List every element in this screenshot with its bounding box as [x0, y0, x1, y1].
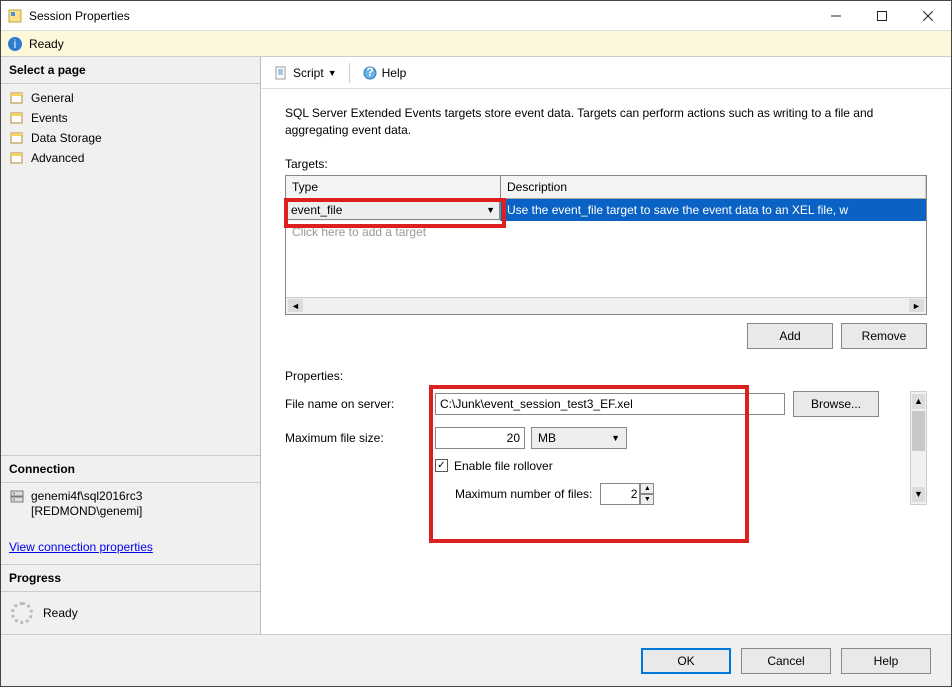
- dropdown-arrow-icon: ▼: [328, 68, 337, 78]
- placeholder-text: Click here to add a target: [286, 221, 501, 243]
- properties-form: File name on server: Browse... Maximum f…: [285, 391, 902, 505]
- scroll-up-icon[interactable]: ▲: [912, 394, 925, 409]
- scroll-left-icon[interactable]: ◄: [288, 299, 303, 312]
- sidebar-item-label: General: [31, 91, 74, 105]
- enable-rollover-label: Enable file rollover: [454, 459, 553, 473]
- help-icon: ?: [362, 65, 378, 81]
- browse-button[interactable]: Browse...: [793, 391, 879, 417]
- svg-text:i: i: [14, 37, 17, 51]
- window-title: Session Properties: [29, 9, 813, 23]
- svg-text:?: ?: [366, 65, 373, 79]
- window-controls: [813, 1, 951, 31]
- page-icon: [9, 110, 25, 126]
- minimize-button[interactable]: [813, 1, 859, 31]
- server-icon: [9, 489, 25, 505]
- max-files-label: Maximum number of files:: [455, 487, 592, 501]
- content-toolbar: Script ▼ ? Help: [261, 57, 951, 89]
- app-icon: [7, 8, 23, 24]
- properties-label: Properties:: [285, 369, 927, 383]
- max-size-label: Maximum file size:: [285, 431, 435, 445]
- scroll-down-icon[interactable]: ▼: [912, 487, 925, 502]
- sidebar-item-label: Advanced: [31, 151, 84, 165]
- user-name: [REDMOND\genemi]: [31, 504, 142, 520]
- script-label: Script: [293, 66, 324, 80]
- page-list: General Events Data Storage Advanced: [1, 84, 260, 172]
- help-dialog-button[interactable]: Help: [841, 648, 931, 674]
- column-header-description[interactable]: Description: [501, 176, 926, 198]
- add-target-row[interactable]: Click here to add a target: [286, 221, 926, 243]
- status-bar: i Ready: [1, 31, 951, 57]
- progress-spinner-icon: [11, 602, 33, 624]
- sidebar-item-advanced[interactable]: Advanced: [1, 148, 260, 168]
- connection-section: Connection genemi4f\sql2016rc3 [REDMOND\…: [1, 455, 260, 564]
- remove-button[interactable]: Remove: [841, 323, 927, 349]
- select-page-heading: Select a page: [1, 57, 260, 84]
- close-button[interactable]: [905, 1, 951, 31]
- view-connection-properties-link[interactable]: View connection properties: [1, 540, 153, 564]
- script-icon: [273, 65, 289, 81]
- table-row[interactable]: event_file ▼ Use the event_file target t…: [286, 199, 926, 221]
- scrollbar-thumb[interactable]: [912, 411, 925, 451]
- scroll-right-icon[interactable]: ►: [909, 299, 924, 312]
- stepper-down-icon[interactable]: ▼: [640, 494, 654, 505]
- cancel-button[interactable]: Cancel: [741, 648, 831, 674]
- file-name-input[interactable]: [435, 393, 785, 415]
- sidebar-item-label: Events: [31, 111, 68, 125]
- add-button[interactable]: Add: [747, 323, 833, 349]
- progress-heading: Progress: [1, 564, 260, 592]
- maximize-button[interactable]: [859, 1, 905, 31]
- info-icon: i: [7, 36, 23, 52]
- progress-body: Ready: [1, 592, 260, 634]
- sidebar-item-general[interactable]: General: [1, 88, 260, 108]
- targets-label: Targets:: [285, 157, 927, 171]
- horizontal-scrollbar[interactable]: ◄ ►: [286, 297, 926, 314]
- sidebar: Select a page General Events Data Storag…: [1, 57, 261, 634]
- script-button[interactable]: Script ▼: [269, 63, 341, 83]
- help-button[interactable]: ? Help: [358, 63, 411, 83]
- sidebar-item-label: Data Storage: [31, 131, 102, 145]
- page-icon: [9, 90, 25, 106]
- target-type-dropdown[interactable]: event_file ▼: [286, 200, 500, 220]
- intro-text: SQL Server Extended Events targets store…: [285, 105, 927, 139]
- column-header-type[interactable]: Type: [286, 176, 501, 198]
- content-pane: Script ▼ ? Help SQL Server Extended Even…: [261, 57, 951, 634]
- page-icon: [9, 130, 25, 146]
- chevron-down-icon: ▼: [611, 433, 620, 443]
- size-unit-dropdown[interactable]: MB ▼: [531, 427, 627, 449]
- help-label: Help: [382, 66, 407, 80]
- status-text: Ready: [29, 37, 64, 51]
- main-area: Select a page General Events Data Storag…: [1, 57, 951, 634]
- chevron-down-icon: ▼: [486, 205, 495, 215]
- target-type-value: event_file: [291, 203, 342, 217]
- target-description: Use the event_file target to save the ev…: [501, 199, 926, 221]
- ok-button[interactable]: OK: [641, 648, 731, 674]
- toolbar-separator: [349, 63, 350, 83]
- file-name-label: File name on server:: [285, 397, 435, 411]
- max-files-input[interactable]: [600, 483, 640, 505]
- server-name: genemi4f\sql2016rc3: [31, 489, 142, 505]
- dialog-buttons: OK Cancel Help: [1, 634, 951, 686]
- enable-rollover-checkbox[interactable]: ✓: [435, 459, 448, 472]
- max-size-input[interactable]: [435, 427, 525, 449]
- vertical-scrollbar[interactable]: ▲ ▼: [910, 391, 927, 505]
- sidebar-item-events[interactable]: Events: [1, 108, 260, 128]
- page-icon: [9, 150, 25, 166]
- progress-text: Ready: [43, 606, 78, 620]
- size-unit-value: MB: [538, 431, 556, 445]
- titlebar: Session Properties: [1, 1, 951, 31]
- connection-heading: Connection: [1, 456, 260, 483]
- targets-table: Type Description event_file ▼ Use the ev…: [285, 175, 927, 315]
- max-files-stepper[interactable]: ▲ ▼: [600, 483, 654, 505]
- stepper-up-icon[interactable]: ▲: [640, 483, 654, 494]
- sidebar-item-data-storage[interactable]: Data Storage: [1, 128, 260, 148]
